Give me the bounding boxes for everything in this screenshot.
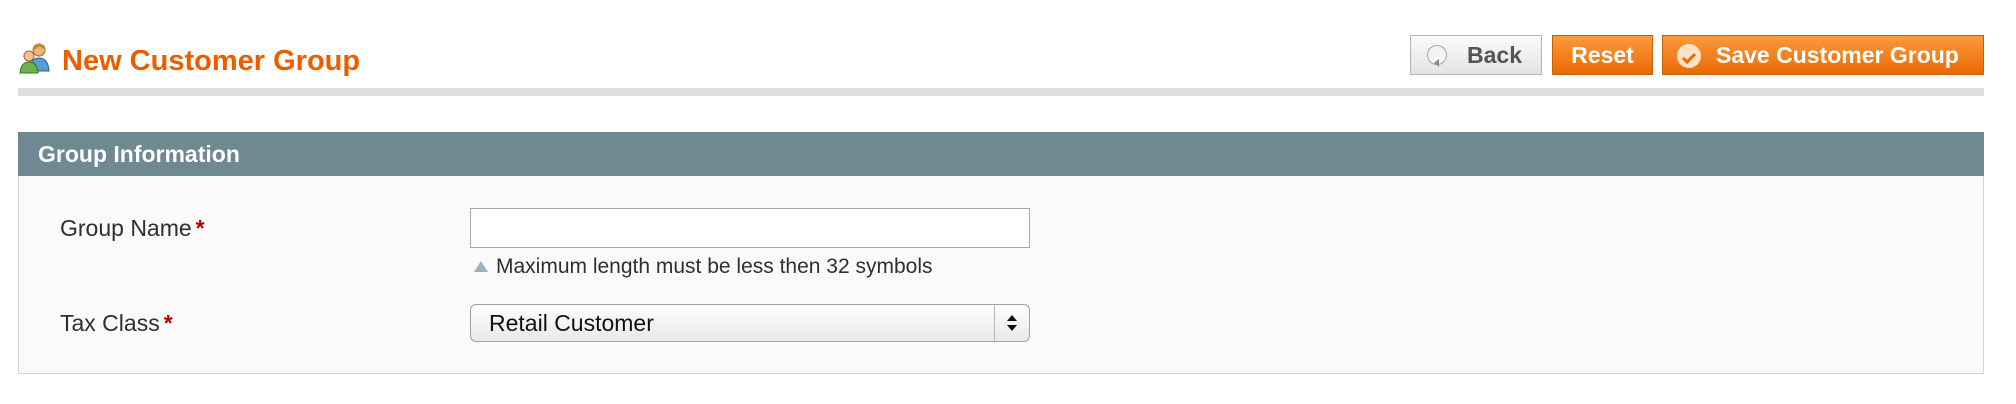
- reset-button-label: Reset: [1571, 42, 1634, 68]
- save-button-label: Save Customer Group: [1716, 42, 1959, 68]
- checkmark-icon: [1677, 44, 1701, 68]
- page-title: New Customer Group: [62, 45, 361, 77]
- back-button-label: Back: [1467, 42, 1522, 68]
- tax-class-label: Tax Class *: [60, 309, 173, 337]
- required-marker: *: [163, 310, 173, 336]
- tax-class-label-text: Tax Class: [60, 310, 160, 336]
- tax-class-selected-value: Retail Customer: [489, 310, 654, 336]
- hint-triangle-icon: [474, 260, 488, 272]
- group-name-label-text: Group Name: [60, 215, 192, 241]
- back-button[interactable]: Back: [1410, 35, 1542, 75]
- required-marker: *: [195, 215, 205, 241]
- select-divider: [994, 305, 995, 341]
- group-name-hint-text: Maximum length must be less then 32 symb…: [496, 255, 933, 278]
- fieldset-header: Group Information: [18, 132, 1984, 176]
- tax-class-select[interactable]: Retail Customer: [470, 304, 1030, 342]
- group-name-hint: Maximum length must be less then 32 symb…: [470, 254, 933, 280]
- select-updown-arrows-icon: [1007, 315, 1017, 331]
- group-name-label: Group Name *: [60, 214, 205, 242]
- customer-group-icon: [19, 43, 50, 74]
- group-name-input[interactable]: [470, 208, 1030, 248]
- back-arrow-icon: [1427, 45, 1447, 67]
- reset-button[interactable]: Reset: [1552, 35, 1653, 75]
- header-divider: [18, 88, 1984, 96]
- fieldset-body: [18, 176, 1984, 374]
- save-customer-group-button[interactable]: Save Customer Group: [1662, 35, 1984, 75]
- fieldset-title: Group Information: [38, 141, 240, 167]
